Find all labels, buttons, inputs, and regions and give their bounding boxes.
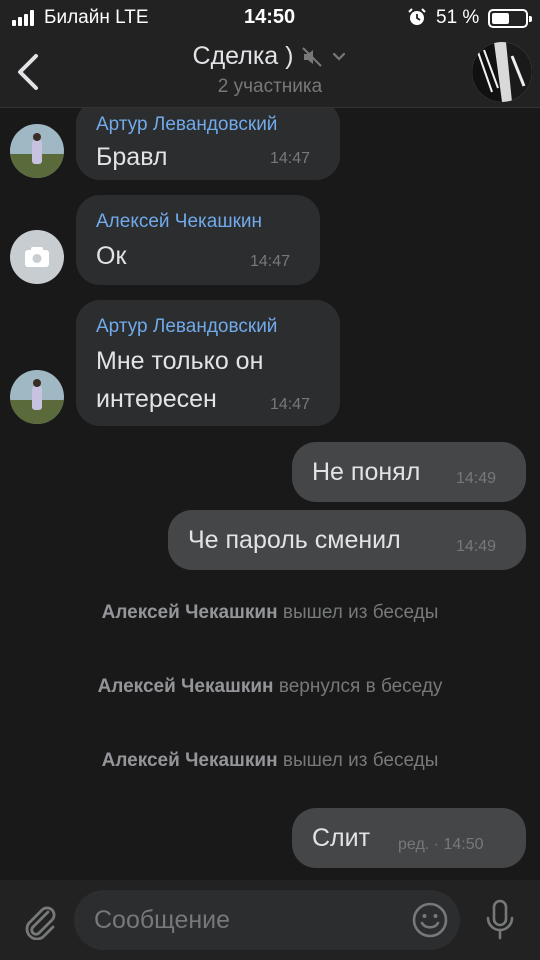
message-time: 14:49 xyxy=(456,538,497,555)
message-text: Слит xyxy=(312,824,371,852)
service-action: вышел из беседы xyxy=(282,602,439,623)
message-text-line: интересен xyxy=(96,385,217,413)
message-text-line: Мне только он xyxy=(96,347,264,375)
message-time-edited: ред. · 14:50 xyxy=(398,836,484,853)
service-action: вышел из беседы xyxy=(282,750,439,771)
avatar-artur[interactable] xyxy=(10,124,64,178)
message-author[interactable]: Алексей Чекашкин xyxy=(96,211,262,233)
message-time: 14:47 xyxy=(270,150,311,167)
avatar-placeholder[interactable] xyxy=(10,230,64,284)
chevron-down-icon xyxy=(333,52,346,61)
message-text: Бравл xyxy=(96,143,168,171)
message-bubble-outgoing[interactable]: Не понял 14:49 xyxy=(292,442,526,502)
message-time: 14:47 xyxy=(270,396,311,413)
microphone-icon[interactable] xyxy=(482,898,518,942)
battery-percent: 51 % xyxy=(436,7,480,28)
service-message: Алексей Чекашкин вышел из беседы xyxy=(0,602,540,624)
smiley-icon[interactable] xyxy=(410,900,450,940)
message-bubble-outgoing[interactable]: Че пароль сменил 14:49 xyxy=(168,510,526,570)
message-bubble[interactable]: Артур Левандовский Мне только он интерес… xyxy=(76,300,340,426)
service-message: Алексей Чекашкин вышел из беседы xyxy=(0,750,540,772)
camera-icon xyxy=(25,247,49,267)
message-input[interactable] xyxy=(94,900,394,940)
muted-speaker-icon xyxy=(302,46,323,67)
service-action: вернулся в беседу xyxy=(278,676,443,697)
message-input-wrapper[interactable] xyxy=(74,890,460,950)
message-author[interactable]: Артур Левандовский xyxy=(96,316,277,338)
message-bubble[interactable]: Алексей Чекашкин Ок 14:47 xyxy=(76,195,320,285)
chat-subtitle: 2 участника xyxy=(217,76,323,97)
battery-icon xyxy=(488,9,532,28)
message-time: 14:49 xyxy=(456,470,497,487)
composer-bar xyxy=(0,880,540,960)
message-list[interactable]: Артур Левандовский Бравл 14:47 Алексей Ч… xyxy=(0,108,540,880)
chat-title: Сделка ) xyxy=(192,42,294,70)
status-bar: Билайн LTE 14:50 51 % xyxy=(0,0,540,36)
message-author[interactable]: Артур Левандовский xyxy=(96,114,277,136)
message-time: 14:47 xyxy=(250,253,291,270)
message-text: Не понял xyxy=(312,458,421,486)
message-bubble[interactable]: Артур Левандовский Бравл 14:47 xyxy=(76,108,340,180)
service-actor[interactable]: Алексей Чекашкин xyxy=(98,676,274,697)
service-actor[interactable]: Алексей Чекашкин xyxy=(102,602,278,623)
chat-header: Сделка ) 2 участника xyxy=(0,36,540,108)
signal-icon xyxy=(12,10,38,26)
message-text: Че пароль сменил xyxy=(188,526,401,554)
service-message: Алексей Чекашкин вернулся в беседу xyxy=(0,676,540,698)
service-actor[interactable]: Алексей Чекашкин xyxy=(102,750,278,771)
avatar-artur[interactable] xyxy=(10,370,64,424)
paperclip-icon[interactable] xyxy=(20,900,58,940)
chat-title-area[interactable]: Сделка ) xyxy=(0,42,540,71)
message-text: Ок xyxy=(96,242,127,270)
message-bubble-outgoing[interactable]: Слит ред. · 14:50 xyxy=(292,808,526,868)
chat-avatar[interactable] xyxy=(472,42,532,102)
carrier-label: Билайн LTE xyxy=(44,7,149,28)
clock: 14:50 xyxy=(244,6,296,28)
alarm-icon xyxy=(408,8,426,25)
